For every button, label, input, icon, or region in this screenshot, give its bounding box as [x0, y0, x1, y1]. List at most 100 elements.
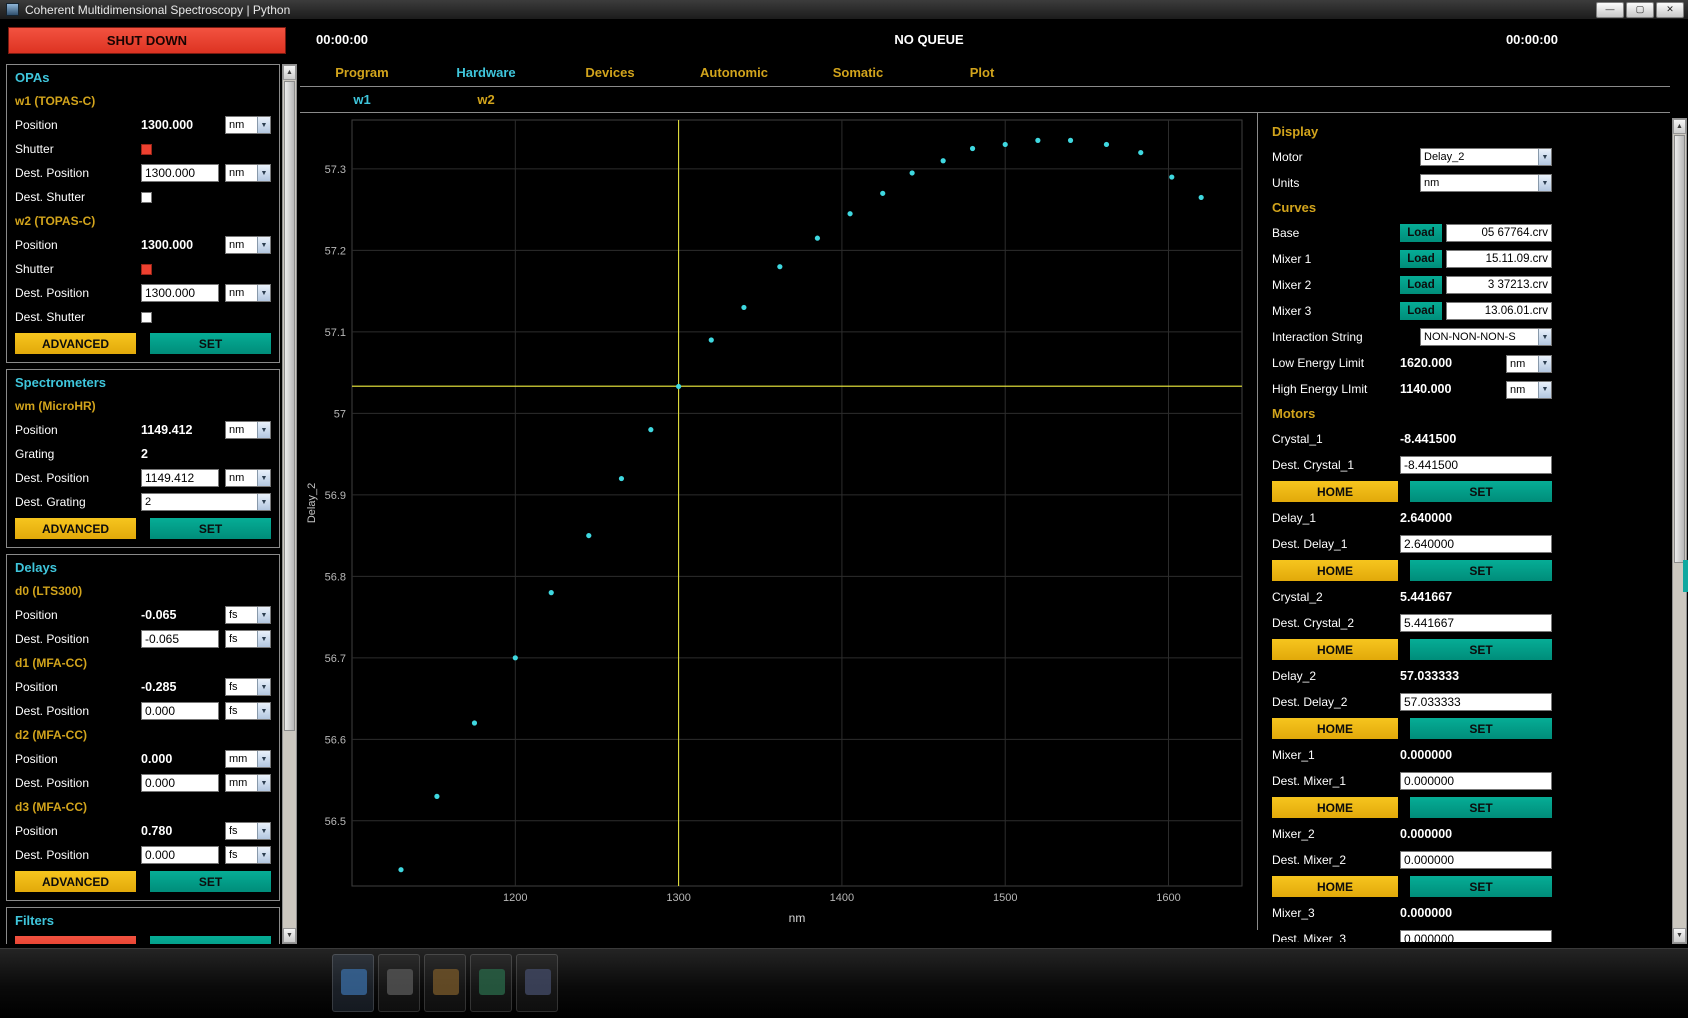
field-label: Mixer 1: [1272, 252, 1400, 266]
unit-combo[interactable]: fs▼: [225, 846, 271, 864]
set-mixer-2-button[interactable]: SET: [1410, 876, 1552, 897]
tuning-curve-plot[interactable]: 1200130014001500160056.556.656.756.856.9…: [302, 114, 1252, 930]
set-delay-2-button[interactable]: SET: [1410, 718, 1552, 739]
field-label: Dest. Mixer_2: [1272, 853, 1400, 867]
subtab-w1[interactable]: w1: [300, 88, 424, 112]
dest-crystal-2-input[interactable]: [1400, 614, 1552, 632]
tab-hardware[interactable]: Hardware: [424, 60, 548, 86]
dest-shutter-checkbox[interactable]: [141, 192, 152, 203]
dest-delay-1-input[interactable]: [1400, 535, 1552, 553]
dest-position-input[interactable]: [141, 774, 219, 792]
tab-plot[interactable]: Plot: [920, 60, 1044, 86]
tab-somatic[interactable]: Somatic: [796, 60, 920, 86]
home-delay-1-button[interactable]: HOME: [1272, 560, 1398, 581]
unit-combo[interactable]: nm▼: [225, 236, 271, 254]
load-mixer-1-button[interactable]: Load: [1400, 250, 1442, 268]
units-select[interactable]: nm▼: [1420, 174, 1552, 192]
unit-combo[interactable]: nm▼: [225, 421, 271, 439]
unit-combo[interactable]: nm▼: [1506, 381, 1552, 399]
tab-program[interactable]: Program: [300, 60, 424, 86]
subtab-w2[interactable]: w2: [424, 88, 548, 112]
taskbar-app-icon[interactable]: [470, 954, 512, 1012]
taskbar-app-icon[interactable]: [424, 954, 466, 1012]
advanced-button[interactable]: ADVANCED: [15, 333, 136, 354]
set-crystal-2-button[interactable]: SET: [1410, 639, 1552, 660]
scrollbar-thumb[interactable]: [1674, 135, 1685, 563]
scrollbar-thumb[interactable]: [284, 81, 295, 731]
advanced-button[interactable]: ADVANCED: [15, 518, 136, 539]
dest-position-input[interactable]: [141, 164, 219, 182]
unit-combo[interactable]: nm▼: [225, 469, 271, 487]
advanced-button[interactable]: ADVANCED: [15, 871, 136, 892]
taskbar-app-icon[interactable]: [378, 954, 420, 1012]
title-bar[interactable]: Coherent Multidimensional Spectroscopy |…: [0, 0, 1688, 20]
close-button[interactable]: ✕: [1656, 2, 1684, 18]
row-base: BaseLoad: [1262, 220, 1562, 246]
dest-position-input[interactable]: [141, 846, 219, 864]
dest-mixer-1-input[interactable]: [1400, 772, 1552, 790]
home-delay-2-button[interactable]: HOME: [1272, 718, 1398, 739]
plot-canvas[interactable]: 1200130014001500160056.556.656.756.856.9…: [302, 114, 1252, 930]
home-crystal-1-button[interactable]: HOME: [1272, 481, 1398, 502]
unit-combo[interactable]: fs▼: [225, 630, 271, 648]
unit-combo[interactable]: fs▼: [225, 702, 271, 720]
scroll-down-icon[interactable]: ▼: [283, 928, 296, 943]
unit-combo[interactable]: nm▼: [1506, 355, 1552, 373]
unit-combo[interactable]: mm▼: [225, 750, 271, 768]
mixer-1-curve-file[interactable]: [1446, 250, 1552, 268]
field-label: Mixer 3: [1272, 304, 1400, 318]
load-mixer-2-button[interactable]: Load: [1400, 276, 1442, 294]
set-delay-1-button[interactable]: SET: [1410, 560, 1552, 581]
unit-combo[interactable]: nm▼: [225, 284, 271, 302]
scroll-down-icon[interactable]: ▼: [1673, 928, 1686, 943]
dest-position-input[interactable]: [141, 702, 219, 720]
scroll-up-icon[interactable]: ▲: [1673, 119, 1686, 134]
load-mixer-3-button[interactable]: Load: [1400, 302, 1442, 320]
clipped-button[interactable]: [150, 936, 271, 944]
set-mixer-1-button[interactable]: SET: [1410, 797, 1552, 818]
load-base-button[interactable]: Load: [1400, 224, 1442, 242]
clipped-button[interactable]: [15, 936, 136, 944]
tab-devices[interactable]: Devices: [548, 60, 672, 86]
unit-combo[interactable]: fs▼: [225, 822, 271, 840]
set-button[interactable]: SET: [150, 518, 271, 539]
tab-autonomic[interactable]: Autonomic: [672, 60, 796, 86]
mixer-3-curve-file[interactable]: [1446, 302, 1552, 320]
dest-mixer-2-input[interactable]: [1400, 851, 1552, 869]
set-button[interactable]: SET: [150, 871, 271, 892]
home-mixer-1-button[interactable]: HOME: [1272, 797, 1398, 818]
shut-down-button[interactable]: SHUT DOWN: [8, 27, 286, 54]
dest-position-input[interactable]: [141, 284, 219, 302]
dest-grating-select[interactable]: 2▼: [141, 493, 271, 511]
app-window: Coherent Multidimensional Spectroscopy |…: [0, 0, 1688, 948]
interaction-string-select[interactable]: NON-NON-NON-S▼: [1420, 328, 1552, 346]
unit-combo[interactable]: nm▼: [225, 164, 271, 182]
unit-combo[interactable]: mm▼: [225, 774, 271, 792]
taskbar-app-icon[interactable]: [332, 954, 374, 1012]
dest-position-input[interactable]: [141, 630, 219, 648]
dest-shutter-checkbox[interactable]: [141, 312, 152, 323]
unit-combo[interactable]: fs▼: [225, 606, 271, 624]
combo-value: fs: [226, 703, 257, 719]
scroll-up-icon[interactable]: ▲: [283, 65, 296, 80]
row-mixer-3: Mixer_30.000000: [1262, 900, 1562, 926]
set-button[interactable]: SET: [150, 333, 271, 354]
dest-delay-2-input[interactable]: [1400, 693, 1552, 711]
unit-combo[interactable]: fs▼: [225, 678, 271, 696]
dest-position-input[interactable]: [141, 469, 219, 487]
section-opas: OPAsw1 (TOPAS-C)Position1300.000nm▼Shutt…: [6, 64, 280, 363]
base-curve-file[interactable]: [1446, 224, 1552, 242]
dest-mixer-3-input[interactable]: [1400, 930, 1552, 942]
taskbar-app-icon[interactable]: [516, 954, 558, 1012]
panel-scrollbar[interactable]: ▲ ▼: [1672, 118, 1687, 944]
motor-select[interactable]: Delay_2▼: [1420, 148, 1552, 166]
sidebar-scrollbar[interactable]: ▲ ▼: [282, 64, 297, 944]
set-crystal-1-button[interactable]: SET: [1410, 481, 1552, 502]
home-mixer-2-button[interactable]: HOME: [1272, 876, 1398, 897]
maximize-button[interactable]: ▢: [1626, 2, 1654, 18]
dest-crystal-1-input[interactable]: [1400, 456, 1552, 474]
mixer-2-curve-file[interactable]: [1446, 276, 1552, 294]
minimize-button[interactable]: —: [1596, 2, 1624, 18]
unit-combo[interactable]: nm▼: [225, 116, 271, 134]
home-crystal-2-button[interactable]: HOME: [1272, 639, 1398, 660]
